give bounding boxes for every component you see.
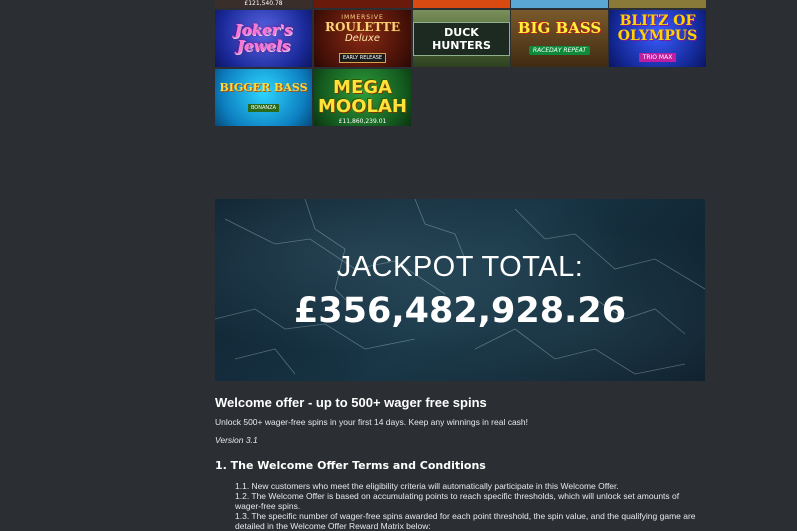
marble-texture: [215, 199, 705, 375]
offer-subtitle: Unlock 500+ wager-free spins in your fir…: [215, 417, 529, 427]
terms-item: 1.1. New customers who meet the eligibil…: [235, 481, 619, 491]
game-title: BIG BASS: [517, 19, 602, 38]
game-tile-bigger-bass[interactable]: BIGGER BASS BONANZA: [215, 69, 312, 126]
trio-max-badge: TRIO MAX: [638, 52, 677, 62]
game-tile-partial-3[interactable]: [413, 0, 510, 8]
game-tile-duck-hunters[interactable]: DUCK HUNTERS: [413, 10, 510, 67]
offer-content: Welcome offer - up to 500+ wager free sp…: [215, 395, 707, 531]
game-title: Joker's Jewels: [234, 20, 293, 55]
game-ribbon: BONANZA: [247, 103, 279, 112]
game-tile-immersive-roulette[interactable]: IMMERSIVE ROULETTE Deluxe EARLY RELEASE: [314, 10, 411, 67]
game-tile-partial-4[interactable]: [511, 0, 608, 8]
game-title: BLITZ OF OLYMPUS: [617, 13, 698, 44]
game-title: BIGGER BASS: [219, 81, 308, 95]
game-tile-big-bass-raceday[interactable]: BIG BASS RACEDAY REPEAT: [511, 10, 608, 67]
game-tile-mega-moolah[interactable]: MEGA MOOLAH £11,860,239.01: [314, 69, 411, 126]
jackpot-banner: JACKPOT TOTAL: £356,482,928.26: [215, 199, 705, 381]
terms-list: 1.1. New customers who meet the eligibil…: [215, 481, 705, 531]
jackpot-label: JACKPOT TOTAL:: [336, 251, 584, 283]
terms-heading: 1. The Welcome Offer Terms and Condition…: [215, 459, 486, 472]
game-title: ROULETTE: [324, 19, 401, 34]
jackpot-amount: £356,482,928.26: [293, 291, 627, 331]
terms-item: 1.3. The specific number of wager-free s…: [235, 511, 696, 531]
game-title: MEGA MOOLAH: [318, 76, 407, 117]
games-row-partial: £121,540.78: [215, 0, 707, 8]
version-label: Version 3.1: [215, 435, 258, 445]
early-release-badge: EARLY RELEASE: [338, 53, 387, 64]
jackpot-caption: £11,860,239.01: [338, 118, 387, 125]
game-tile-partial-2[interactable]: [314, 0, 411, 8]
offer-title: Welcome offer - up to 500+ wager free sp…: [215, 395, 487, 410]
game-ribbon: RACEDAY REPEAT: [528, 45, 591, 55]
terms-item: 1.2. The Welcome Offer is based on accum…: [235, 491, 680, 511]
game-tile-partial-1[interactable]: £121,540.78: [215, 0, 312, 8]
game-title: DUCK HUNTERS: [413, 21, 510, 56]
game-extra: Deluxe: [344, 33, 381, 45]
game-tile-partial-5[interactable]: [609, 0, 706, 8]
game-tile-blitz-olympus[interactable]: BLITZ OF OLYMPUS TRIO MAX: [609, 10, 706, 67]
game-tile-jokers-jewels[interactable]: Joker's Jewels: [215, 10, 312, 67]
jackpot-caption: £121,540.78: [244, 0, 283, 7]
